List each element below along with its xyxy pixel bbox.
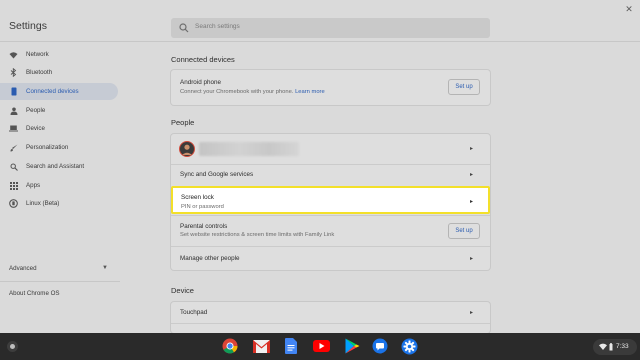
screen-lock-subtitle: PIN or password [181, 204, 224, 210]
sync-row[interactable]: Sync and Google services ▸ [171, 165, 490, 185]
sidebar-item-label: People [26, 107, 46, 114]
advanced-toggle[interactable]: Advanced [9, 265, 37, 272]
search-icon [179, 23, 189, 33]
search-placeholder: Search settings [195, 23, 240, 30]
parental-setup-button[interactable]: Set up [448, 223, 480, 239]
shelf: 7:33 [0, 333, 640, 360]
sidebar-item-search-and-assistant[interactable]: Search and Assistant [0, 158, 118, 175]
sidebar-item-label: Bluetooth [26, 69, 53, 76]
apps-grid-icon [9, 181, 18, 190]
search-input[interactable]: Search settings [171, 18, 490, 38]
docs-icon[interactable] [282, 337, 300, 355]
sidebar-item-personalization[interactable]: Personalization [0, 139, 118, 156]
manage-other-people-label: Manage other people [180, 255, 240, 262]
manage-other-people-row[interactable]: Manage other people ▸ [171, 247, 490, 269]
chevron-down-icon[interactable]: ▼ [102, 265, 108, 271]
screen-lock-row[interactable]: Screen lock PIN or password ▸ [171, 186, 490, 214]
sidebar-item-connected-devices[interactable]: Connected devices [0, 83, 118, 100]
close-icon[interactable]: ✕ [624, 4, 634, 14]
sidebar-item-label: Personalization [26, 144, 69, 151]
account-row[interactable]: ▸ [171, 134, 490, 164]
account-name-redacted [199, 142, 299, 156]
chevron-right-icon: ▸ [470, 256, 474, 262]
divider [171, 323, 490, 324]
clock-time: 7:33 [616, 343, 629, 350]
sidebar: Network Bluetooth Connected devices Peop… [0, 43, 120, 333]
sidebar-item-label: Network [26, 51, 49, 58]
laptop-icon [9, 124, 18, 133]
sidebar-item-linux[interactable]: Linux (Beta) [0, 195, 118, 212]
chevron-right-icon: ▸ [470, 146, 474, 152]
section-title-connected-devices: Connected devices [171, 55, 235, 64]
wifi-icon [9, 50, 18, 59]
battery-icon [609, 343, 613, 351]
chevron-right-icon: ▸ [470, 310, 474, 316]
android-phone-description: Connect your Chromebook with your phone. [180, 89, 294, 95]
youtube-icon[interactable] [312, 337, 330, 355]
android-phone-subtitle: Connect your Chromebook with your phone.… [180, 89, 325, 95]
person-icon [9, 106, 18, 115]
sidebar-item-apps[interactable]: Apps [0, 177, 118, 194]
chevron-right-icon: ▸ [470, 172, 474, 178]
sidebar-item-device[interactable]: Device [0, 120, 118, 137]
avatar [179, 141, 195, 157]
card-device: Touchpad ▸ [171, 302, 490, 333]
sidebar-divider [0, 281, 120, 282]
card-connected-devices: Android phone Connect your Chromebook wi… [171, 70, 490, 105]
parental-controls-subtitle: Set website restrictions & screen time l… [180, 232, 335, 238]
parental-controls-title: Parental controls [180, 223, 228, 230]
chrome-icon[interactable] [221, 337, 239, 355]
android-phone-title: Android phone [180, 79, 221, 86]
launcher-icon[interactable] [7, 341, 18, 352]
sidebar-item-label: Device [26, 125, 45, 132]
section-title-people: People [171, 118, 195, 127]
sidebar-item-people[interactable]: People [0, 102, 118, 119]
sidebar-item-network[interactable]: Network [0, 46, 118, 63]
sidebar-item-label: Search and Assistant [26, 163, 85, 170]
bluetooth-icon [9, 68, 18, 77]
sidebar-item-label: Connected devices [26, 88, 79, 95]
android-setup-button[interactable]: Set up [448, 79, 480, 95]
header: Settings Search settings ✕ [0, 0, 640, 42]
messages-icon[interactable] [371, 337, 389, 355]
sidebar-item-label: Linux (Beta) [26, 200, 60, 207]
wifi-icon [599, 343, 607, 350]
phone-icon [9, 87, 18, 96]
screen-lock-title: Screen lock [181, 194, 214, 201]
gmail-icon[interactable] [252, 337, 270, 355]
linux-icon [9, 199, 18, 208]
brush-icon [9, 143, 18, 152]
page-title: Settings [9, 20, 47, 32]
chevron-right-icon: ▸ [470, 199, 474, 205]
search-icon [9, 162, 18, 171]
section-title-device: Device [171, 286, 194, 295]
play-store-icon[interactable] [343, 337, 361, 355]
sync-label: Sync and Google services [180, 171, 254, 178]
sidebar-item-about[interactable]: About Chrome OS [9, 290, 60, 297]
learn-more-link[interactable]: Learn more [295, 89, 325, 95]
touchpad-label: Touchpad [180, 309, 208, 316]
status-tray[interactable]: 7:33 [593, 339, 637, 355]
sidebar-item-label: Apps [26, 182, 41, 189]
parental-controls-row: Parental controls Set website restrictio… [171, 216, 490, 244]
sidebar-item-bluetooth[interactable]: Bluetooth [0, 64, 118, 81]
settings-icon[interactable] [400, 337, 418, 355]
touchpad-row[interactable]: Touchpad ▸ [171, 302, 490, 322]
